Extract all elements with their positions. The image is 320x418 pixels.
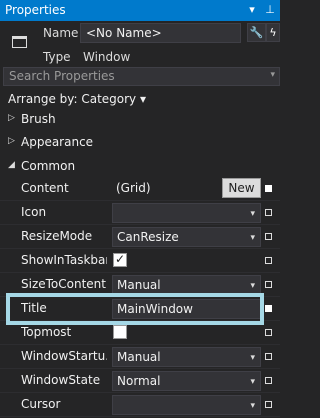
property-label: SizeToContent [21,277,106,291]
property-row-resizemode: ResizeMode CanResize ▾ [0,225,280,249]
icon-dropdown[interactable]: ▾ [112,203,261,223]
category-label: Appearance [21,135,94,149]
new-content-button[interactable]: New [222,178,261,198]
category-common[interactable]: ◢ Common [0,157,280,177]
window-position-dropdown-icon[interactable]: ▾ [244,1,260,19]
expand-arrow-icon[interactable]: ▷ [8,113,15,123]
category-brush[interactable]: ▷ Brush [0,110,280,130]
windowstate-dropdown[interactable]: Normal ▾ [112,371,261,391]
collapse-arrow-icon[interactable]: ◢ [8,160,15,170]
property-label: Title [21,301,47,315]
properties-wrench-icon[interactable]: 🔧 [247,23,266,42]
dropdown-arrow-icon[interactable]: ▾ [250,278,255,294]
property-marker-icon[interactable] [265,281,272,288]
property-marker-icon[interactable] [265,401,272,408]
property-marker-icon[interactable] [265,305,272,312]
dropdown-arrow-icon[interactable]: ▾ [250,374,255,390]
dropdown-arrow-icon[interactable]: ▾ [250,350,255,366]
name-label: Name [43,26,79,40]
property-row-topmost: Topmost [0,321,280,345]
property-row-windowstate: WindowState Normal ▾ [0,369,280,393]
showintaskbar-checkbox[interactable] [113,252,127,267]
dropdown-arrow-icon[interactable]: ▾ [250,206,255,222]
type-label: Type [43,50,71,64]
name-input[interactable]: <No Name> [80,23,241,43]
property-marker-icon[interactable] [265,185,272,192]
property-label: Cursor [21,397,61,411]
property-label: Topmost [21,325,72,339]
property-marker-icon[interactable] [265,353,272,360]
topmost-checkbox[interactable] [113,325,127,339]
window-title: Properties [5,3,66,17]
type-value: Window [83,50,131,64]
sizetocontent-dropdown[interactable]: Manual ▾ [112,275,261,295]
auto-hide-pin-icon[interactable]: ⊥ [262,1,278,19]
dropdown-arrow-icon[interactable]: ▾ [250,398,255,414]
events-lightning-icon[interactable]: ϟ [266,23,280,42]
cursor-dropdown[interactable]: ▾ [112,395,261,415]
property-row-sizetocontent: SizeToContent Manual ▾ [0,273,280,297]
category-label: Common [21,159,76,173]
property-marker-icon[interactable] [265,329,272,336]
dropdown-arrow-icon[interactable]: ▾ [250,230,255,246]
search-properties-input[interactable]: Search Properties ▾ [3,67,280,86]
property-row-content: Content (Grid) New [0,177,280,201]
property-label: WindowState [21,373,101,387]
search-placeholder: Search Properties [9,69,115,83]
property-label: ResizeMode [21,229,93,243]
property-row-cursor: Cursor ▾ [0,393,280,417]
property-marker-icon[interactable] [265,233,272,240]
title-input[interactable]: MainWindow [112,299,261,319]
property-row-title: Title MainWindow [0,297,280,321]
property-label: WindowStartu... [21,349,107,363]
property-label: ShowInTaskbar [21,253,107,267]
property-marker-icon[interactable] [265,209,272,216]
windowstartuplocation-dropdown[interactable]: Manual ▾ [112,347,261,367]
property-marker-icon[interactable] [265,377,272,384]
expand-arrow-icon[interactable]: ▷ [8,136,15,146]
property-row-windowstartuplocation: WindowStartu... Manual ▾ [0,345,280,369]
property-row-icon: Icon ▾ [0,201,280,225]
category-appearance[interactable]: ▷ Appearance [0,133,280,153]
property-label: Content [21,181,69,195]
resizemode-dropdown[interactable]: CanResize ▾ [112,227,261,247]
property-row-showintaskbar: ShowInTaskbar [0,249,280,273]
search-options-arrow-icon[interactable]: ▾ [270,68,275,83]
arrange-by-dropdown[interactable]: Arrange by: Category ▾ [8,92,146,106]
category-label: Brush [21,112,56,126]
property-marker-icon[interactable] [265,257,272,264]
properties-title-bar: Properties ▾ ⊥ [0,0,280,21]
window-type-icon [12,36,27,48]
property-label: Icon [21,205,47,219]
